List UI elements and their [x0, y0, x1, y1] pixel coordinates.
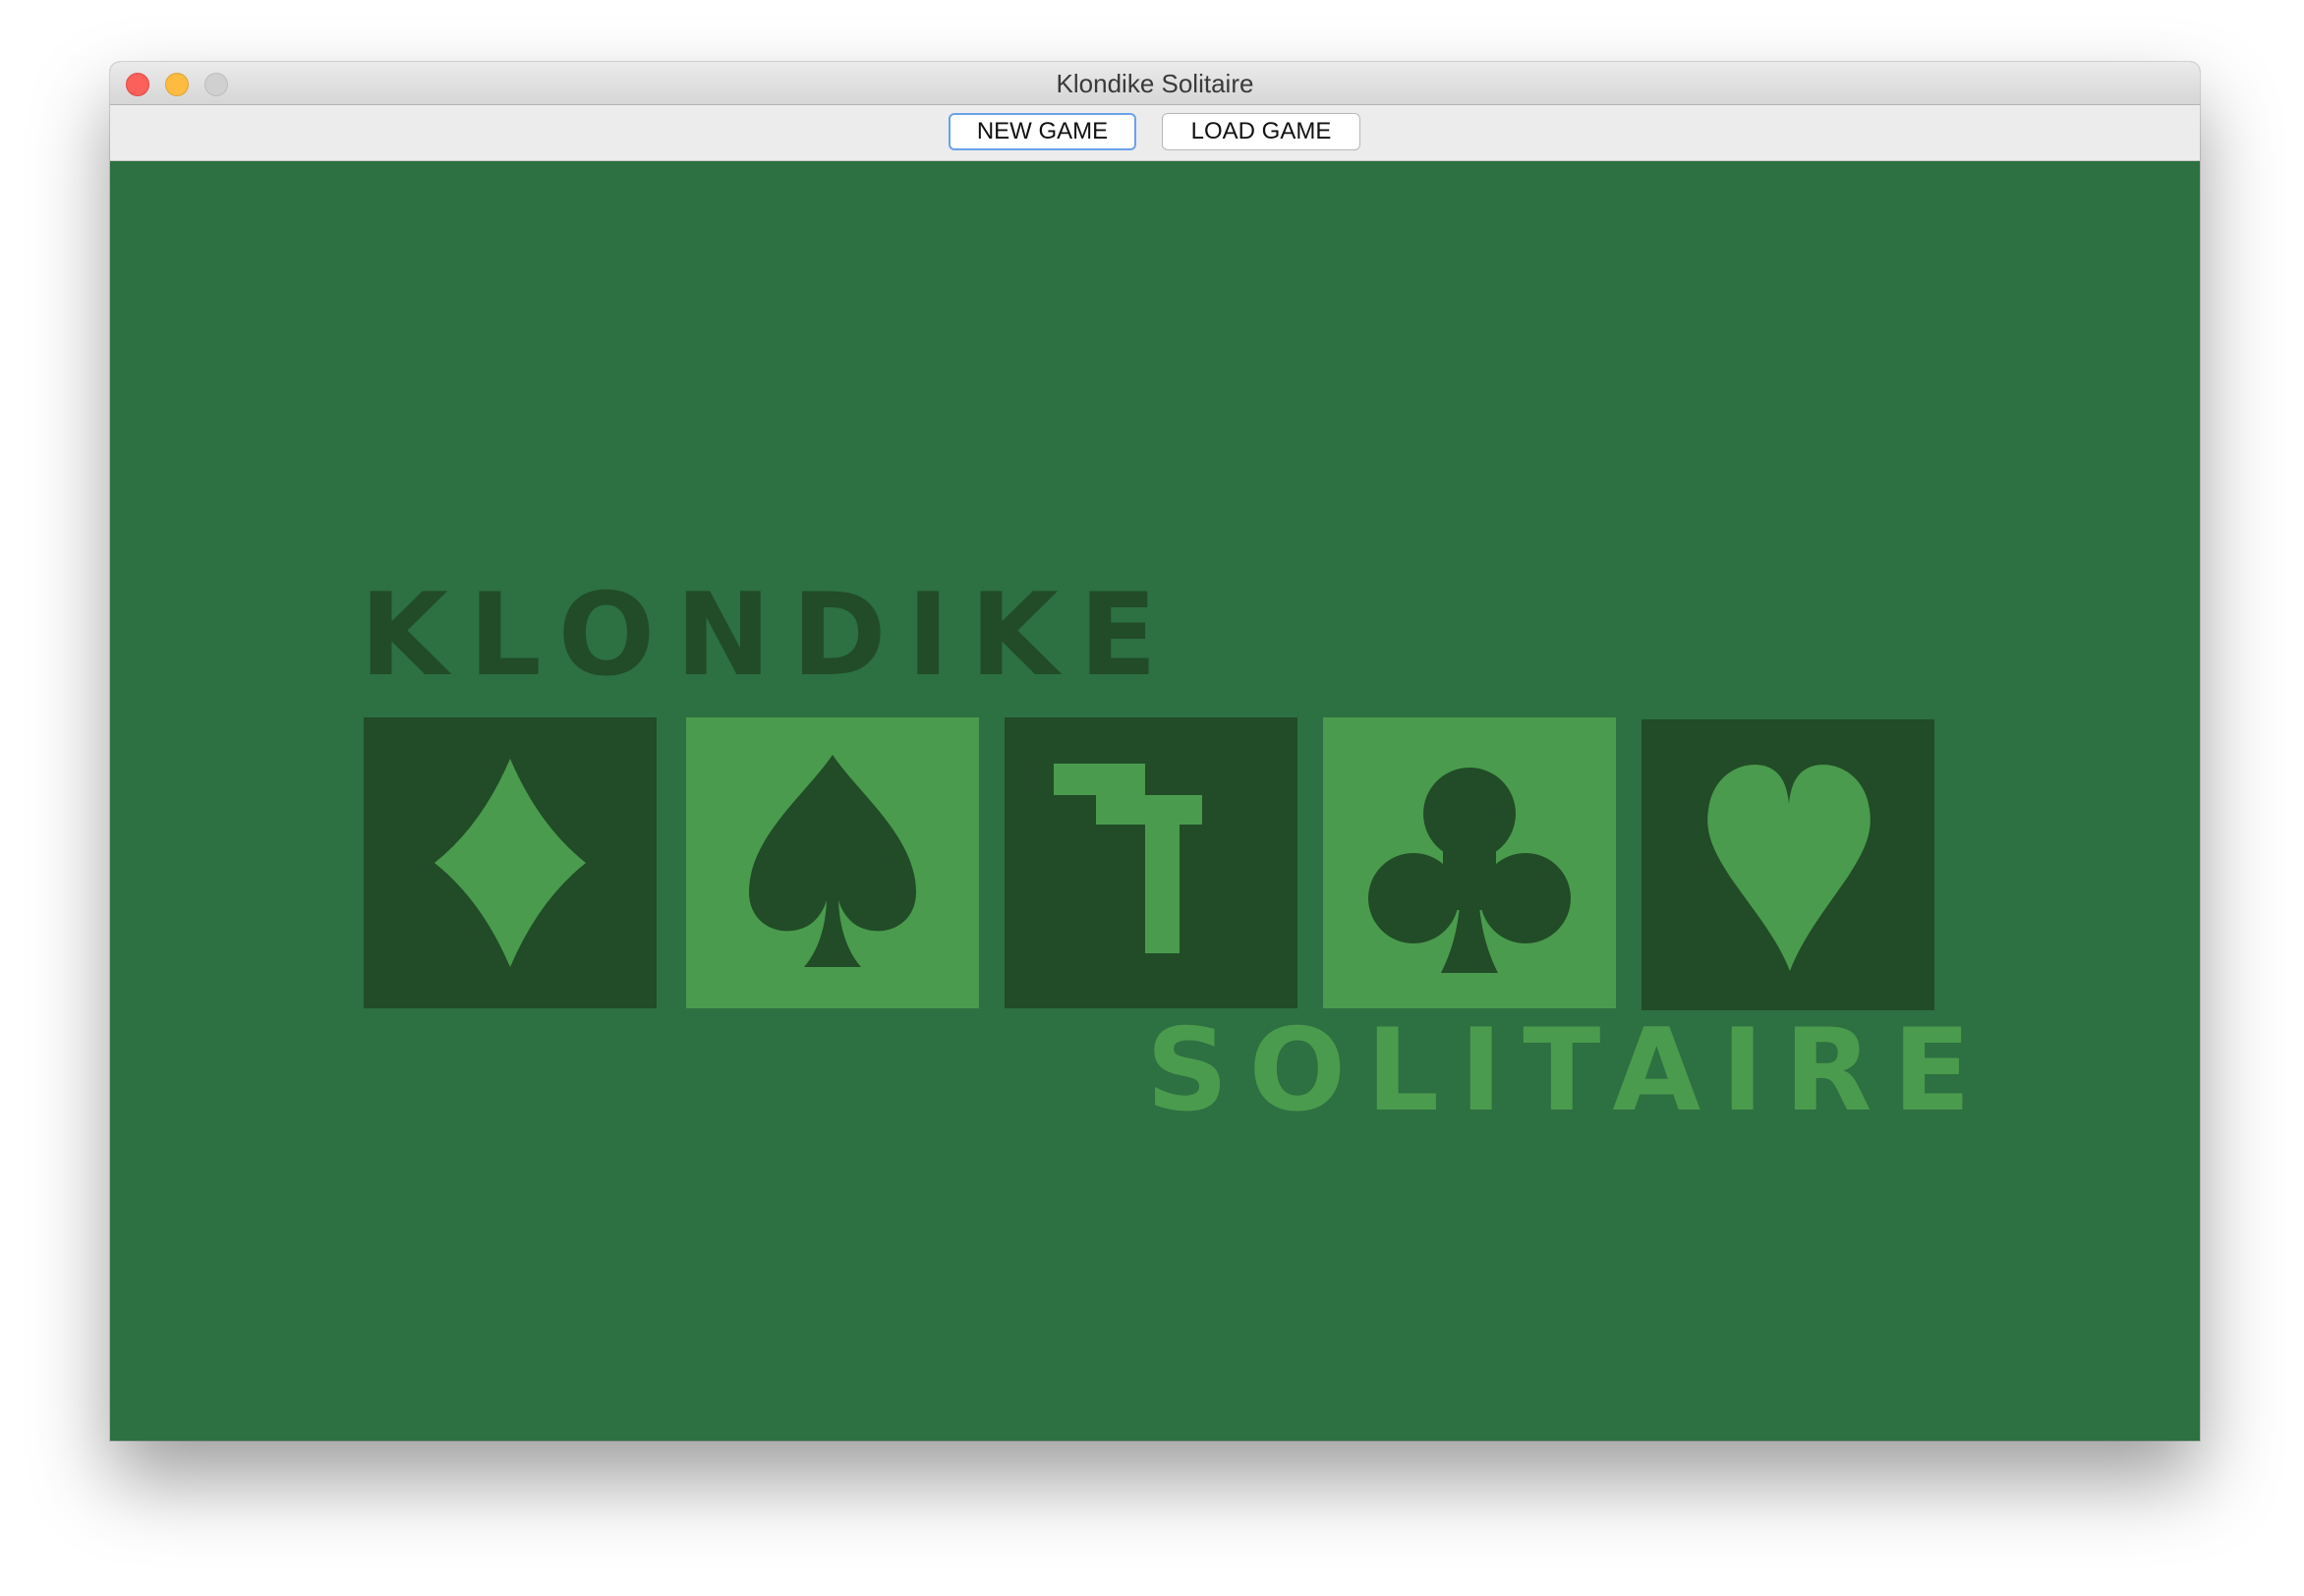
- window-title: Klondike Solitaire: [1056, 69, 1254, 98]
- spade-tile: [686, 717, 979, 1008]
- diamond-tile: [364, 717, 657, 1008]
- heart-icon: [1707, 765, 1871, 971]
- club-icon: [1368, 768, 1571, 973]
- load-game-button[interactable]: LOAD GAME: [1162, 113, 1360, 150]
- diamond-icon: [434, 759, 586, 967]
- app-window: Klondike Solitaire NEW GAME LOAD GAME KL…: [110, 62, 2200, 1441]
- title-bar: Klondike Solitaire: [110, 62, 2200, 105]
- t-mark-icon: [1054, 764, 1202, 953]
- game-board: KLONDIKE SOLITAIRE: [110, 163, 2200, 1441]
- logo-title-klondike: KLONDIKE: [360, 569, 1178, 702]
- toolbar: NEW GAME LOAD GAME: [110, 105, 2200, 161]
- heart-tile: [1642, 719, 1934, 1010]
- logo-title-solitaire: SOLITAIRE: [1146, 1004, 1991, 1137]
- club-tile: [1323, 717, 1616, 1008]
- t-mark-tile: [1005, 717, 1297, 1008]
- spade-icon: [749, 755, 916, 967]
- new-game-button[interactable]: NEW GAME: [949, 113, 1136, 150]
